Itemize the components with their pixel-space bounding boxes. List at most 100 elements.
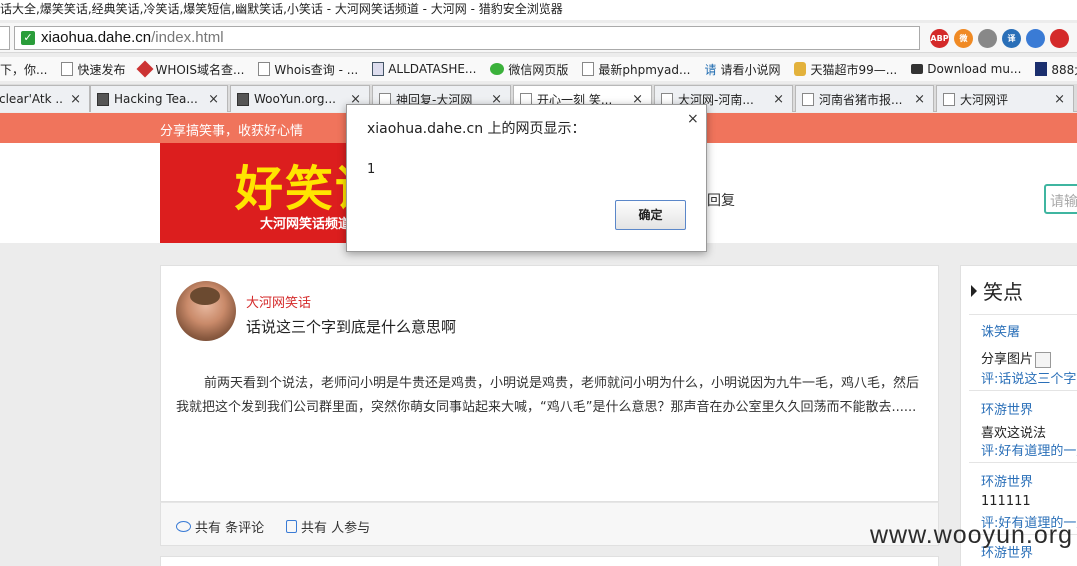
address-bar: ✓ xiaohua.dahe.cn/index.html ABP 微 译 [0, 23, 1077, 53]
bookmark-label: 快速发布 [77, 62, 126, 77]
divider [969, 462, 1077, 463]
back-button[interactable] [0, 26, 10, 50]
secure-check-icon: ✓ [21, 31, 35, 45]
ok-button[interactable]: 确定 [615, 200, 686, 230]
bookmark-label: 最新phpmyad... [598, 62, 691, 77]
bookmarks-bar: 下，你... 快速发布 WHOIS域名查... Whois查询 - ... ALLDAT… [0, 57, 1077, 81]
page-icon [61, 62, 74, 76]
globe-icon[interactable] [1026, 29, 1045, 48]
tab-label: clear'Atk ... [0, 92, 65, 106]
bookmark-item[interactable]: Download mu... [911, 62, 1021, 76]
comments-stat[interactable]: 共有 条评论 [176, 517, 264, 536]
pdf-icon [372, 62, 385, 76]
post-body: 前两天看到个说法，老师问小明是牛贵还是鸡贵，小明说是鸡贵，老师就问小明为什么，小… [176, 376, 920, 415]
sidebar-text: 分享图片 [981, 348, 1052, 368]
tab-close-icon[interactable]: × [773, 92, 784, 107]
wooyun-watermark: www.wooyun.org [870, 521, 1073, 549]
alert-dialog: xiaohua.dahe.cn 上的网页显示： × 1 确定 [346, 104, 707, 252]
site-logo[interactable]: 好笑话 大河网笑话频道 [160, 143, 360, 243]
wechat-icon [490, 63, 505, 75]
favicon-icon [237, 92, 249, 106]
post-title[interactable]: 话说这三个字到底是什么意思啊 [246, 316, 456, 337]
comment-icon [176, 521, 191, 532]
sidebar-heading-label: 笑点 [983, 280, 1023, 304]
tab-close-icon[interactable]: × [1054, 92, 1065, 107]
tab-label: 河南省猪市报... [819, 92, 903, 107]
diamond-icon [136, 60, 154, 78]
grid-icon[interactable] [978, 29, 997, 48]
sidebar-text-label: 分享图片 [981, 352, 1034, 367]
adblock-icon[interactable]: ABP [930, 29, 949, 48]
bookmark-item[interactable]: 下，你... [0, 61, 47, 78]
tab-close-icon[interactable]: × [208, 92, 219, 107]
window-title: 话大全,爆笑笑话,经典笑话,冷笑话,爆笑短信,幽默笑话,小笑话 - 大河网笑话频… [0, 0, 1077, 20]
next-post-card [160, 556, 939, 566]
extension-bar: ABP 微 译 [930, 29, 1069, 48]
site-slogan: 分享搞笑事，收获好心情 [160, 124, 304, 139]
comments-label: 共有 条评论 [195, 521, 265, 536]
bookmark-item[interactable]: 快速发布 [61, 61, 125, 78]
dialog-title: xiaohua.dahe.cn 上的网页显示： [367, 121, 586, 137]
dialog-message: 1 [367, 162, 376, 177]
page-icon [943, 92, 955, 106]
bookmark-label: 下，你... [0, 62, 48, 77]
sidebar-reply[interactable]: 评:好有道理的一起 [981, 440, 1077, 459]
bookmark-item[interactable]: ALLDATASHE... [372, 62, 476, 76]
qing-icon: 请 [704, 62, 717, 77]
logo-subtitle: 大河网笑话频道 [260, 217, 352, 232]
tab-label: 大河网评 [960, 92, 1009, 107]
hand-icon [794, 62, 807, 76]
sidebar-user[interactable]: 环游世界 [981, 471, 1033, 490]
sidebar-text: 喜欢这说法 [981, 426, 1047, 441]
page-icon [582, 62, 595, 76]
sidebar-user[interactable]: 诛笑屠 [981, 321, 1020, 340]
search-input[interactable]: 请输 [1044, 184, 1077, 214]
dark-icon [1035, 62, 1048, 76]
bookmark-item[interactable]: 请请看小说网 [704, 61, 780, 78]
tab-close-icon[interactable]: × [70, 92, 81, 107]
url-path: /index.html [151, 29, 224, 46]
broken-image-icon [1035, 351, 1052, 368]
nav-item-reply[interactable]: 回复 [707, 190, 735, 210]
sidebar-user[interactable]: 环游世界 [981, 399, 1033, 418]
url-host: xiaohua.dahe.cn [41, 29, 152, 46]
bookmark-label: WHOIS域名查... [155, 62, 245, 77]
tab-label: WooYun.org... [254, 92, 336, 106]
bookmark-label: 微信网页版 [508, 62, 569, 77]
browser-tab[interactable]: 大河网评 × [936, 85, 1074, 112]
bookmark-item[interactable]: 微信网页版 [490, 61, 568, 78]
participants-stat[interactable]: 共有 人参与 [286, 517, 370, 536]
browser-tab[interactable]: Hacking Tea... × [90, 85, 228, 112]
sidebar-reply[interactable]: 评:话说这三个字 [981, 368, 1076, 387]
bookmark-label: 天猫超市99—... [810, 62, 898, 77]
sidebar-heading: 笑点 [971, 276, 1023, 305]
power-icon[interactable] [1050, 29, 1069, 48]
bookmark-label: 888大礼包-… [1051, 62, 1077, 77]
sidebar-text: 111111 [981, 494, 1031, 509]
browser-tab[interactable]: 河南省猪市报... × [795, 85, 934, 112]
car-icon [911, 64, 924, 74]
bookmark-item[interactable]: Whois查询 - ... [258, 61, 358, 78]
close-icon[interactable]: × [687, 111, 699, 127]
caret-right-icon [971, 284, 977, 297]
tab-close-icon[interactable]: × [914, 92, 925, 107]
post-card: 大河网笑话 话说这三个字到底是什么意思啊 前两天看到个说法，老师问小明是牛贵还是… [160, 265, 939, 502]
logo-title: 好笑话 [235, 161, 360, 217]
post-footer: 共有 条评论 共有 人参与 [160, 502, 939, 546]
url-text: xiaohua.dahe.cn/index.html [41, 29, 224, 46]
post-author[interactable]: 大河网笑话 [246, 292, 311, 311]
weibo-icon[interactable]: 微 [954, 29, 973, 48]
tab-label: Hacking Tea... [114, 92, 198, 106]
bookmark-label: ALLDATASHE... [388, 62, 477, 76]
bookmark-item[interactable]: WHOIS域名查... [136, 60, 245, 78]
author-avatar[interactable] [176, 281, 236, 341]
bookmark-item[interactable]: 天猫超市99—... [794, 61, 897, 78]
url-field[interactable]: ✓ xiaohua.dahe.cn/index.html [14, 26, 920, 50]
browser-tab[interactable]: clear'Atk ... × [0, 85, 90, 112]
participants-label: 共有 人参与 [301, 521, 371, 536]
bookmark-label: 请看小说网 [720, 62, 781, 77]
page-icon [802, 92, 814, 106]
bookmark-item[interactable]: 最新phpmyad... [582, 61, 690, 78]
translate-icon[interactable]: 译 [1002, 29, 1021, 48]
bookmark-item[interactable]: 888大礼包-… [1035, 61, 1077, 78]
